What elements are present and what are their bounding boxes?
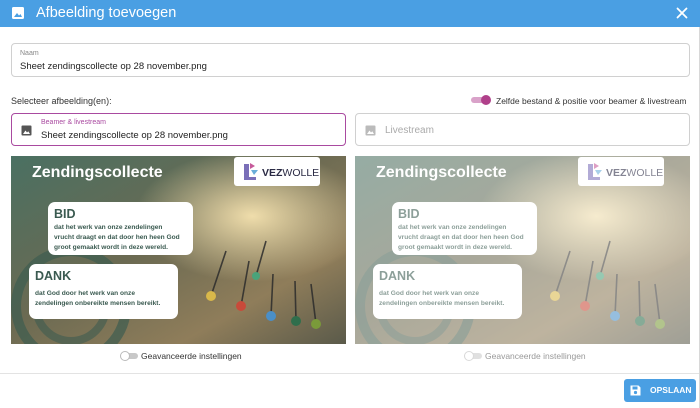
naam-value[interactable]: Sheet zendingscollecte op 28 november.pn… [20,61,207,72]
toggle-knob [120,351,130,361]
save-button[interactable]: OPSLAAN [624,379,696,402]
dank-text: dat God door het werk van onze zendeling… [379,290,505,307]
image-icon [12,7,24,19]
footer-divider [0,373,700,374]
bid-card: BID dat het werk van onze zendelingen vr… [392,202,537,255]
livestream-preview: Zendingscollecte VEZWOLLE BID dat het we… [355,156,690,344]
logo-mark-icon [244,163,258,180]
advanced-settings-toggle-beamer[interactable] [120,351,140,361]
select-images-label: Selecteer afbeelding(en): [11,96,112,106]
dank-card: DANK dat God door het werk van onze zend… [29,264,178,319]
naam-label: Naam [20,50,39,57]
logo-text: VEZWOLLE [262,167,320,179]
vezwolle-logo: VEZWOLLE [578,157,664,186]
slide-title: Zendingscollecte [376,164,507,181]
logo-mark-icon [588,163,602,180]
logo-text: VEZWOLLE [606,167,664,179]
dank-text: dat God door het werk van onze zendeling… [35,290,161,307]
dank-card: DANK dat God door het werk van onze zend… [373,264,522,319]
beamer-livestream-field[interactable]: Beamer & livestream Sheet zendingscollec… [11,113,346,146]
beamer-label: Beamer & livestream [41,119,106,126]
beamer-value[interactable]: Sheet zendingscollecte op 28 november.pn… [41,130,228,141]
beamer-preview: Zendingscollecte VEZWOLLE BID dat het we… [11,156,346,344]
livestream-placeholder: Livestream [385,125,434,136]
same-file-toggle[interactable] [471,95,491,105]
bid-text: dat het werk van onze zendelingen vrucht… [54,224,180,251]
livestream-field[interactable]: Livestream [355,113,690,146]
image-icon [21,125,32,136]
slide-title: Zendingscollecte [32,164,163,181]
advanced-settings-label-beamer: Geavanceerde instellingen [141,351,242,361]
dialog-header: Afbeelding toevoegen [0,0,700,27]
dank-title: DANK [35,269,72,283]
advanced-settings-label-livestream: Geavanceerde instellingen [485,351,586,361]
same-file-toggle-label: Zelfde bestand & positie voor beamer & l… [496,96,687,106]
bid-title: BID [54,207,76,221]
bid-title: BID [398,207,420,221]
bid-text: dat het werk van onze zendelingen vrucht… [398,224,524,251]
floppy-disk-icon [630,385,641,396]
toggle-knob [464,351,474,361]
vezwolle-logo: VEZWOLLE [234,157,320,186]
bid-card: BID dat het werk van onze zendelingen vr… [48,202,193,255]
dialog-title: Afbeelding toevoegen [36,5,177,21]
naam-field[interactable]: Naam Sheet zendingscollecte op 28 novemb… [11,43,690,77]
advanced-settings-toggle-livestream[interactable] [464,351,484,361]
toggle-knob [481,95,491,105]
dank-title: DANK [379,269,416,283]
close-icon[interactable] [674,5,690,21]
save-label: OPSLAAN [650,385,692,395]
image-icon [365,125,376,136]
